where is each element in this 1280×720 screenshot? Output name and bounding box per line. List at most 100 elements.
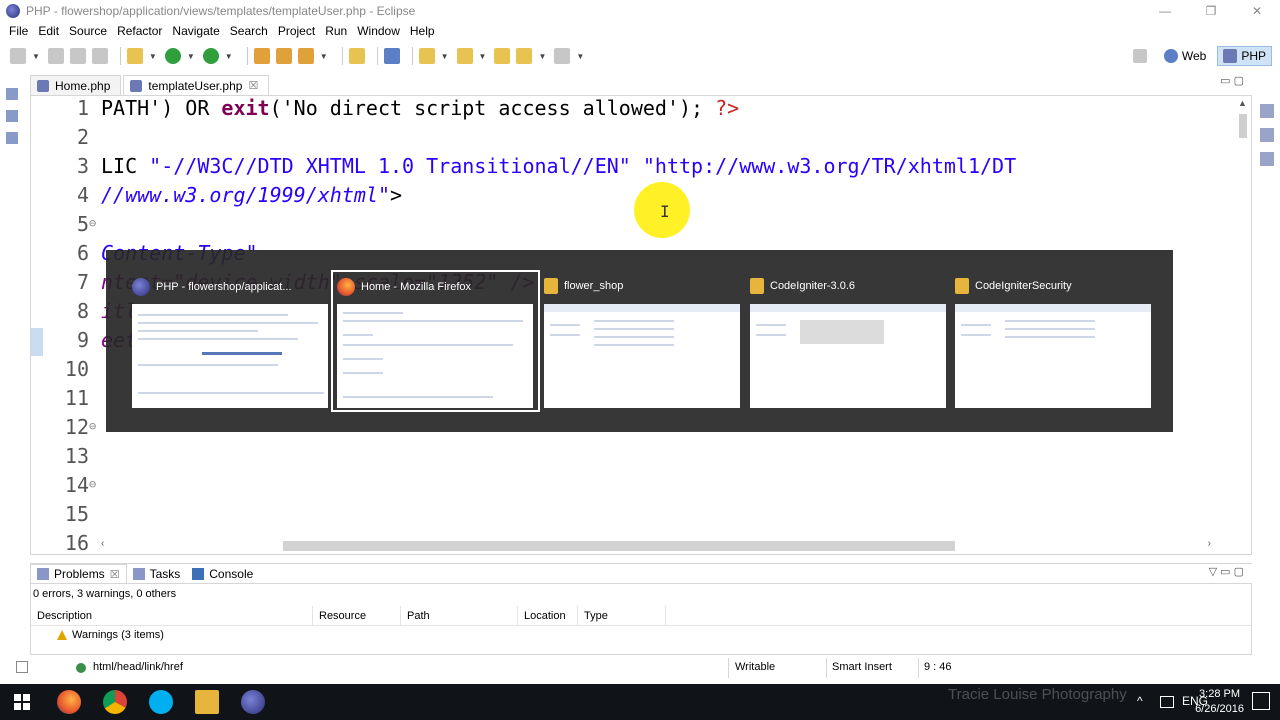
tab-tasks[interactable]: Tasks xyxy=(127,564,187,584)
scrollbar-thumb[interactable] xyxy=(1239,114,1247,138)
menu-help[interactable]: Help xyxy=(405,24,440,38)
chevron-down-icon[interactable]: ▼ xyxy=(149,52,157,61)
menu-refactor[interactable]: Refactor xyxy=(112,24,167,38)
chevron-down-icon[interactable]: ▼ xyxy=(576,52,584,61)
close-tab-icon[interactable]: ☒ xyxy=(248,79,258,92)
debug-icon[interactable] xyxy=(126,48,143,64)
mark-occurrences-icon[interactable] xyxy=(348,48,365,64)
open-type-icon[interactable] xyxy=(275,48,292,64)
prev-annotation-icon[interactable] xyxy=(456,48,473,64)
switcher-window-flower-shop[interactable]: flower_shop xyxy=(540,272,745,410)
chevron-down-icon[interactable]: ▼ xyxy=(479,52,487,61)
horizontal-scrollbar[interactable]: ‹ › xyxy=(101,538,1211,552)
switcher-window-codeigniter[interactable]: CodeIgniter-3.0.6 xyxy=(746,272,951,410)
fold-toggle-icon[interactable]: ⊖ xyxy=(89,216,96,230)
last-edit-icon[interactable] xyxy=(494,48,511,64)
run-icon[interactable] xyxy=(164,48,181,64)
panel-view-controls[interactable]: ▽ ▭ ▢ xyxy=(1209,565,1244,578)
table-row[interactable]: Warnings (3 items) xyxy=(31,626,1251,646)
forward-icon[interactable] xyxy=(554,48,571,64)
chevron-down-icon[interactable]: ▼ xyxy=(225,52,233,61)
chrome-icon[interactable] xyxy=(103,690,127,714)
close-button[interactable]: ✕ xyxy=(1234,0,1280,22)
code-line[interactable]: 15 xyxy=(31,502,1251,531)
code-line[interactable]: 3 LIC "-//W3C//DTD XHTML 1.0 Transitional… xyxy=(31,154,1251,183)
tab-home-php[interactable]: Home.php xyxy=(30,75,122,95)
globe-icon[interactable] xyxy=(383,48,400,64)
close-tab-icon[interactable]: ☒ xyxy=(110,568,120,581)
save-all-icon[interactable] xyxy=(69,48,86,64)
print-icon[interactable] xyxy=(91,48,108,64)
file-explorer-icon[interactable] xyxy=(195,690,219,714)
console-icon xyxy=(192,567,205,580)
code-line[interactable]: 2 xyxy=(31,125,1251,154)
column-type[interactable]: Type xyxy=(578,606,666,626)
skype-icon[interactable] xyxy=(149,690,173,714)
menu-file[interactable]: File xyxy=(4,24,33,38)
scroll-left-icon[interactable]: ‹ xyxy=(101,538,104,549)
line-number: 14 xyxy=(64,473,89,497)
chevron-down-icon[interactable]: ▼ xyxy=(32,52,40,61)
menu-project[interactable]: Project xyxy=(273,24,320,38)
warning-icon xyxy=(57,630,67,640)
tray-chevron-icon[interactable]: ^ xyxy=(1137,694,1143,708)
restore-view-icon[interactable] xyxy=(6,88,18,100)
open-folder-icon[interactable] xyxy=(253,48,270,64)
editor-view-controls[interactable]: ▭ ▢ xyxy=(1220,74,1244,87)
menu-window[interactable]: Window xyxy=(352,24,405,38)
line-number: 1 xyxy=(76,96,89,120)
column-location[interactable]: Location xyxy=(518,606,578,626)
menu-edit[interactable]: Edit xyxy=(33,24,64,38)
fold-toggle-icon[interactable]: ⊖ xyxy=(89,419,96,433)
scrollbar-thumb[interactable] xyxy=(283,541,955,551)
column-path[interactable]: Path xyxy=(401,606,518,626)
outline-icon[interactable] xyxy=(1260,128,1274,142)
switcher-window-firefox[interactable]: Home - Mozilla Firefox xyxy=(331,270,540,412)
code-line[interactable]: 13 xyxy=(31,444,1251,473)
menu-run[interactable]: Run xyxy=(320,24,352,38)
firefox-icon[interactable] xyxy=(57,690,81,714)
menu-source[interactable]: Source xyxy=(64,24,112,38)
chevron-down-icon[interactable]: ▼ xyxy=(187,52,195,61)
external-tools-icon[interactable] xyxy=(202,48,219,64)
restore-button[interactable]: ❐ xyxy=(1188,0,1234,22)
scroll-up-icon[interactable]: ▲ xyxy=(1238,98,1247,108)
tab-problems[interactable]: Problems ☒ xyxy=(30,563,127,584)
switcher-window-eclipse[interactable]: PHP - flowershop/applicat... xyxy=(128,272,333,410)
fast-view-icon[interactable] xyxy=(16,661,28,673)
vertical-scrollbar[interactable]: ▲ xyxy=(1235,96,1251,536)
project-explorer-icon[interactable] xyxy=(6,110,18,122)
open-perspective-icon[interactable] xyxy=(1132,49,1147,63)
column-resource[interactable]: Resource xyxy=(313,606,401,626)
chevron-down-icon[interactable]: ▼ xyxy=(320,52,328,61)
menu-navigate[interactable]: Navigate xyxy=(167,24,224,38)
eclipse-icon[interactable] xyxy=(241,690,265,714)
code-line[interactable]: 14 ⊖ xyxy=(31,473,1251,502)
scroll-right-icon[interactable]: › xyxy=(1208,538,1211,549)
restore-view-icon[interactable] xyxy=(1260,104,1274,118)
switcher-window-codeigniter-security[interactable]: CodeIgniterSecurity xyxy=(951,272,1156,410)
tab-label: templateUser.php xyxy=(148,78,243,93)
column-description[interactable]: Description xyxy=(31,606,313,626)
task-list-icon[interactable] xyxy=(1260,152,1274,166)
fold-toggle-icon[interactable]: ⊖ xyxy=(89,477,96,491)
new-icon[interactable] xyxy=(10,48,26,64)
perspective-web[interactable]: Web xyxy=(1159,47,1211,65)
perspective-php[interactable]: PHP xyxy=(1217,46,1272,66)
next-annotation-icon[interactable] xyxy=(418,48,435,64)
network-icon[interactable] xyxy=(1160,696,1174,708)
wand-icon[interactable] xyxy=(297,48,314,64)
tab-templateuser-php[interactable]: templateUser.php ☒ xyxy=(123,75,270,95)
chevron-down-icon[interactable]: ▼ xyxy=(441,52,449,61)
minimize-button[interactable]: — xyxy=(1142,0,1188,22)
save-icon[interactable] xyxy=(47,48,64,64)
back-icon[interactable] xyxy=(516,48,533,64)
windows-start-icon[interactable] xyxy=(14,694,30,710)
menu-search[interactable]: Search xyxy=(225,24,273,38)
taskbar-clock[interactable]: 3:28 PM 6/26/2016 xyxy=(1195,687,1244,717)
type-hierarchy-icon[interactable] xyxy=(6,132,18,144)
code-line[interactable]: 1 PATH') OR exit('No direct script access… xyxy=(31,96,1251,125)
tab-console[interactable]: Console xyxy=(186,564,259,584)
action-center-icon[interactable] xyxy=(1252,692,1270,710)
chevron-down-icon[interactable]: ▼ xyxy=(538,52,546,61)
